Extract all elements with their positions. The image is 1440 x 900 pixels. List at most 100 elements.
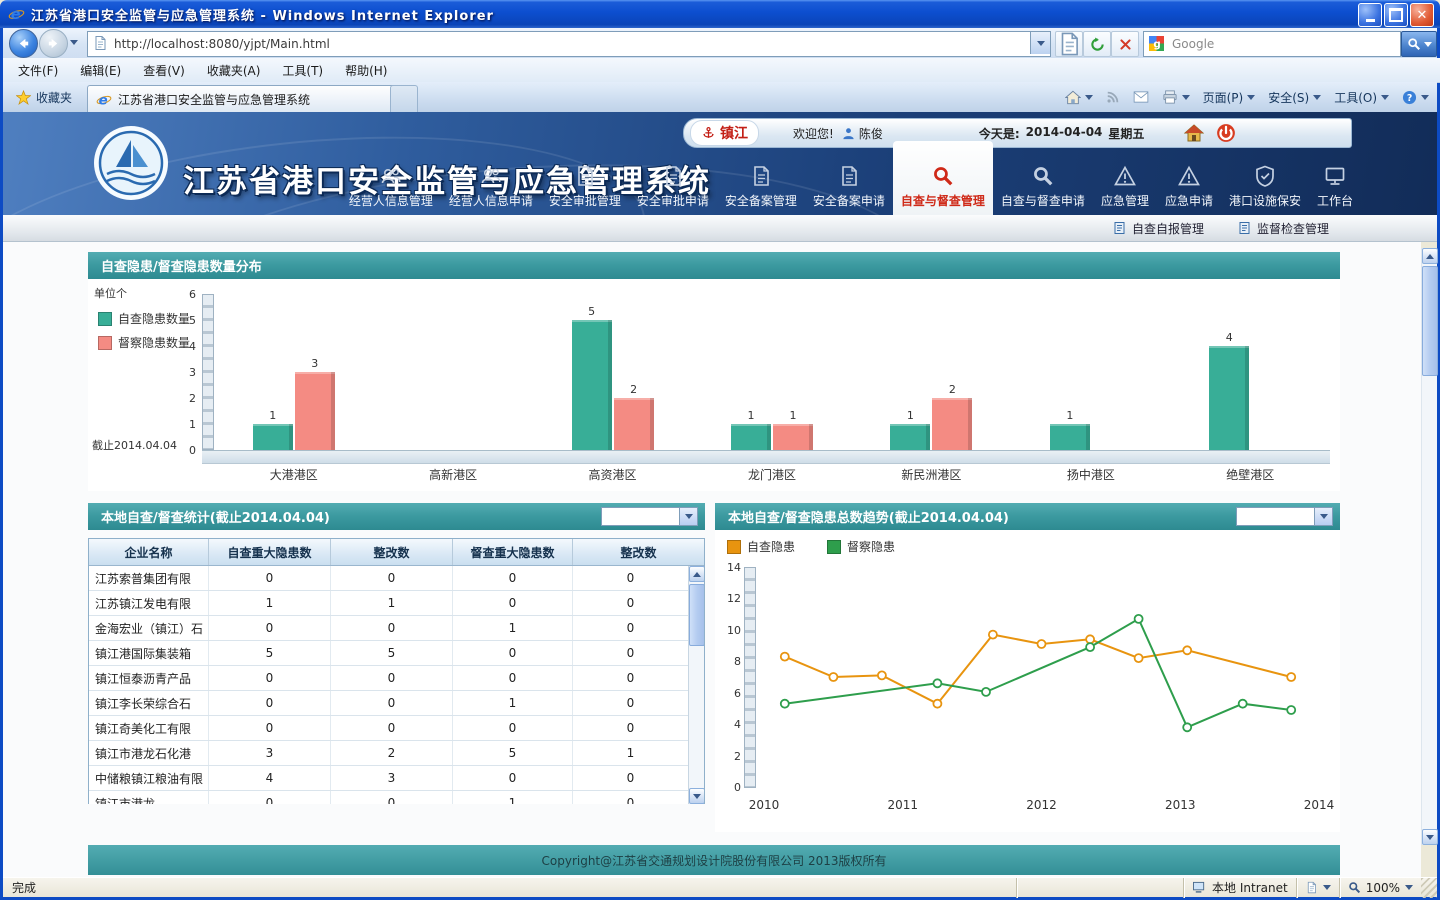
nav-item-monitor[interactable]: 工作台 [1309, 141, 1361, 215]
dropdown-arrow-button[interactable] [679, 508, 697, 525]
scroll-up-button[interactable] [1422, 248, 1438, 264]
status-zone: 本地 Intranet [1183, 878, 1296, 898]
trend-legend-item: 督察隐患 [827, 538, 895, 555]
bar-chart-ytick: 6 [170, 288, 196, 301]
menu-item[interactable]: 查看(V) [132, 59, 196, 82]
feeds-button[interactable] [1106, 90, 1120, 104]
scrollbar-thumb[interactable] [1422, 266, 1438, 376]
table-row[interactable]: 镇江奇美化工有限0000 [89, 716, 704, 741]
nav-item-warning[interactable]: 应急管理 [1093, 141, 1157, 215]
bar-value-label: 1 [773, 409, 813, 422]
page-footer: Copyright@江苏省交通规划设计院股份有限公司 2013版权所有 [88, 845, 1340, 875]
home-shortcut-icon[interactable] [1184, 123, 1204, 143]
history-dropdown[interactable] [70, 40, 78, 45]
menu-item[interactable]: 编辑(E) [69, 59, 132, 82]
nav-item-search[interactable]: 自查与督查管理 [893, 141, 993, 215]
nav-item-users[interactable]: 经营人信息管理 [341, 141, 441, 215]
tab-active[interactable]: e 江苏省港口安全监管与应急管理系统 [87, 85, 403, 113]
address-dropdown-button[interactable] [1030, 32, 1050, 54]
search-box: g [1143, 31, 1401, 57]
table-cell: 0 [209, 691, 331, 715]
table-row[interactable]: 镇江市港龙石化港3251 [89, 741, 704, 766]
trend-plot [756, 560, 1331, 805]
safety-button[interactable]: 安全(S) [1268, 89, 1321, 106]
search-button[interactable] [1401, 31, 1437, 57]
new-tab-button[interactable] [390, 85, 418, 113]
ie-tab-icon: e [96, 92, 112, 108]
back-button[interactable] [9, 29, 38, 58]
nav-item-doc[interactable]: 安全备案管理 [717, 141, 805, 215]
toolbar-button-label: 工具(O) [1334, 89, 1377, 106]
logout-icon[interactable] [1216, 123, 1236, 143]
nav-item-search[interactable]: 自查与督查申请 [993, 141, 1093, 215]
bar-self-check [890, 424, 930, 450]
forward-button[interactable] [39, 29, 68, 58]
page-mode-icon [1305, 881, 1318, 894]
menu-item[interactable]: 收藏夹(A) [196, 59, 272, 82]
resize-grip[interactable] [1421, 878, 1437, 898]
zoom-control[interactable]: 100% [1339, 878, 1421, 898]
star-icon [16, 90, 31, 105]
minimize-button[interactable] [1358, 3, 1382, 27]
table-cell: 1 [453, 616, 573, 640]
table-panel-header: 本地自查/督查统计(截止2014.04.04) [88, 503, 705, 530]
stop-button[interactable] [1111, 31, 1139, 57]
print-button[interactable] [1162, 90, 1190, 104]
page-button[interactable]: 页面(P) [1203, 89, 1256, 106]
table-cell: 0 [453, 666, 573, 690]
table-cell: 镇江恒泰沥青产品 [89, 666, 209, 690]
table-row[interactable]: 镇江市港龙0010 [89, 791, 704, 804]
table-row[interactable]: 江苏镇江发电有限1100 [89, 591, 704, 616]
favorites-button[interactable]: 收藏夹 [7, 85, 81, 109]
table-cell: 0 [209, 666, 331, 690]
nav-item-label: 经营人信息管理 [349, 192, 433, 209]
tools-button[interactable]: 工具(O) [1334, 89, 1389, 106]
trend-ytick: 2 [715, 750, 741, 763]
table-row[interactable]: 金海宏业（镇江）石0010 [89, 616, 704, 641]
scroll-up-button[interactable] [689, 566, 704, 582]
refresh-button[interactable] [1083, 31, 1111, 57]
read-mail-button[interactable] [1133, 91, 1149, 103]
subnav-item[interactable]: 自查自报管理 [1113, 220, 1204, 237]
subnav-item[interactable]: 监督检查管理 [1238, 220, 1329, 237]
scroll-down-button[interactable] [689, 788, 704, 804]
close-button[interactable]: ✕ [1410, 3, 1434, 27]
svg-text:g: g [1153, 39, 1160, 51]
nav-item-shield[interactable]: 港口设施保安 [1221, 141, 1309, 215]
dropdown-arrow-button[interactable] [1314, 508, 1332, 525]
address-input[interactable] [112, 33, 1026, 55]
menu-item[interactable]: 文件(F) [7, 59, 69, 82]
menu-item[interactable]: 帮助(H) [334, 59, 398, 82]
table-filter-dropdown[interactable] [601, 507, 698, 526]
legend-label: 督察隐患数量 [118, 334, 190, 351]
maximize-button[interactable] [1384, 3, 1408, 27]
help-button[interactable]: ? [1402, 90, 1429, 105]
legend-label: 自查隐患数量 [118, 310, 190, 327]
trend-filter-dropdown[interactable] [1236, 507, 1333, 526]
table-row[interactable]: 镇江李长荣综合石0010 [89, 691, 704, 716]
bar-chart-category-label: 扬中港区 [1031, 466, 1151, 483]
bar-chart-category-label: 大港港区 [234, 466, 354, 483]
search-input[interactable] [1170, 33, 1396, 55]
bar-chart-ytick: 1 [170, 418, 196, 431]
compatibility-view-button[interactable] [1055, 31, 1083, 57]
table-cell: 镇江市港龙石化港 [89, 741, 209, 765]
nav-item-doc[interactable]: 安全审批申请 [629, 141, 717, 215]
nav-item-users[interactable]: 经营人信息申请 [441, 141, 541, 215]
scroll-down-button[interactable] [1422, 829, 1438, 845]
page-scrollbar[interactable] [1421, 248, 1437, 845]
nav-item-doc[interactable]: 安全备案申请 [805, 141, 893, 215]
table-scrollbar[interactable] [688, 566, 704, 804]
status-mode-button[interactable] [1296, 878, 1339, 898]
home-button[interactable] [1065, 90, 1093, 105]
menu-item[interactable]: 工具(T) [271, 59, 334, 82]
zoom-icon [1348, 881, 1361, 894]
table-row[interactable]: 镇江港国际集装箱5500 [89, 641, 704, 666]
scrollbar-thumb[interactable] [689, 584, 704, 646]
nav-item-warning[interactable]: 应急申请 [1157, 141, 1221, 215]
table-row[interactable]: 江苏索普集团有限0000 [89, 566, 704, 591]
nav-item-doc[interactable]: 安全审批管理 [541, 141, 629, 215]
table-row[interactable]: 中储粮镇江粮油有限4300 [89, 766, 704, 791]
date-display: 今天是: 2014-04-04 星期五 [979, 125, 1145, 142]
table-row[interactable]: 镇江恒泰沥青产品0000 [89, 666, 704, 691]
